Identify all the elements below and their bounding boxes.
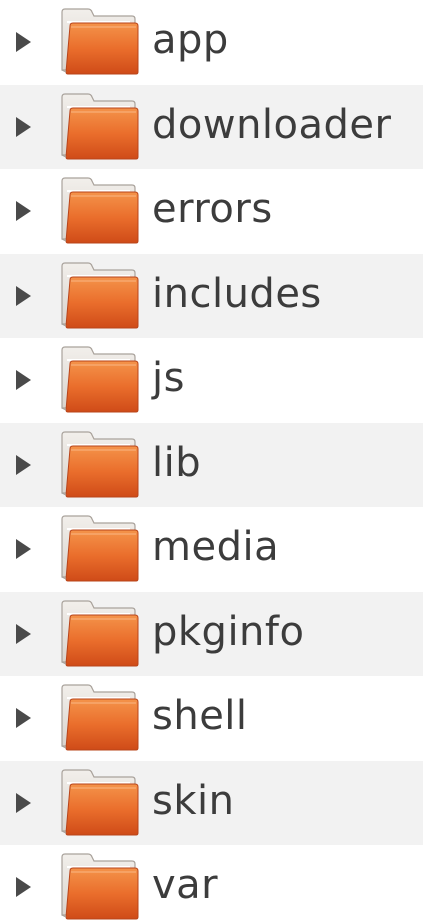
expander-triangle-icon[interactable] xyxy=(16,370,31,391)
folder-icon xyxy=(61,684,139,751)
tree-row-downloader[interactable]: downloader xyxy=(0,84,423,169)
folder-icon xyxy=(61,600,139,667)
expander-triangle-icon[interactable] xyxy=(16,623,31,644)
folder-name: lib xyxy=(152,439,202,486)
expander-triangle-icon[interactable] xyxy=(16,708,31,729)
expander-triangle-icon[interactable] xyxy=(16,201,31,222)
tree-row-errors[interactable]: errors xyxy=(0,169,423,254)
tree-row-skin[interactable]: skin xyxy=(0,760,423,845)
tree-row-shell[interactable]: shell xyxy=(0,676,423,761)
folder-name: js xyxy=(152,355,185,402)
folder-icon xyxy=(61,262,139,329)
folder-name: var xyxy=(152,862,219,909)
folder-name: errors xyxy=(152,186,273,233)
tree-row-pkginfo[interactable]: pkginfo xyxy=(0,591,423,676)
folder-name: shell xyxy=(152,693,248,740)
tree-row-lib[interactable]: lib xyxy=(0,422,423,507)
folder-name: pkginfo xyxy=(152,608,305,655)
folder-icon xyxy=(61,93,139,160)
expander-triangle-icon[interactable] xyxy=(16,32,31,53)
tree-row-var[interactable]: var xyxy=(0,845,423,921)
folder-icon xyxy=(61,853,139,920)
folder-name: media xyxy=(152,524,280,571)
folder-icon xyxy=(61,346,139,413)
folder-icon xyxy=(61,177,139,244)
folder-icon xyxy=(61,515,139,582)
folder-name: includes xyxy=(152,270,322,317)
expander-triangle-icon[interactable] xyxy=(16,539,31,560)
folder-name: downloader xyxy=(152,101,392,148)
folder-icon xyxy=(61,8,139,75)
expander-triangle-icon[interactable] xyxy=(16,792,31,813)
folder-icon xyxy=(61,769,139,836)
folder-name: skin xyxy=(152,777,235,824)
folder-tree: app downloader errors includes js lib me… xyxy=(0,0,423,921)
tree-row-app[interactable]: app xyxy=(0,0,423,85)
folder-name: app xyxy=(152,17,229,64)
expander-triangle-icon[interactable] xyxy=(16,285,31,306)
tree-row-includes[interactable]: includes xyxy=(0,253,423,338)
folder-icon xyxy=(61,431,139,498)
expander-triangle-icon[interactable] xyxy=(16,454,31,475)
expander-triangle-icon[interactable] xyxy=(16,116,31,137)
expander-triangle-icon[interactable] xyxy=(16,877,31,898)
tree-row-js[interactable]: js xyxy=(0,338,423,423)
tree-row-media[interactable]: media xyxy=(0,507,423,592)
